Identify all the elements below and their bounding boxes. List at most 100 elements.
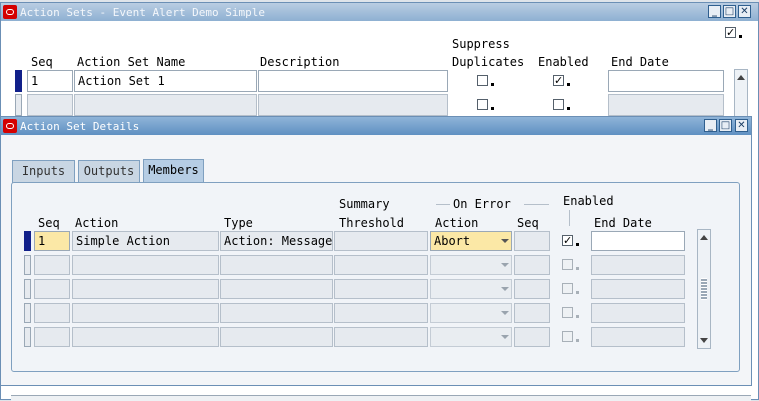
on-error-seq-field[interactable] [514,303,550,323]
on-error-action-value: Abort [434,234,471,248]
scroll-down-arrow-icon[interactable] [700,338,708,343]
member-end-date-field[interactable] [591,231,685,251]
on-error-action-select[interactable]: Abort [430,231,512,251]
record-indicator[interactable] [24,303,31,323]
on-error-action-select[interactable] [430,327,512,347]
member-enabled-checkbox[interactable] [562,259,573,270]
on-error-seq-field[interactable] [514,279,550,299]
checkbox-dot [576,339,579,342]
description-field[interactable] [258,70,448,92]
member-end-date-field[interactable] [591,303,685,323]
checkbox-dot [576,267,579,270]
checkbox-dot [491,107,494,110]
maximize-icon[interactable]: □ [719,119,732,132]
minimize-icon[interactable]: _ [708,5,721,18]
member-action-field[interactable] [72,327,219,347]
header-type: Type [224,216,253,230]
chevron-down-icon[interactable] [501,287,509,291]
suppress-duplicates-checkbox[interactable] [477,99,488,110]
close-icon[interactable]: ✕ [735,119,748,132]
on-error-action-select[interactable] [430,279,512,299]
bottom-strip [11,395,751,401]
action-set-name-field[interactable] [74,94,257,116]
summary-threshold-field[interactable] [334,279,428,299]
scroll-up-arrow-icon[interactable] [700,235,708,240]
member-enabled-checkbox[interactable] [562,307,573,318]
member-action-field[interactable]: Simple Action [72,231,219,251]
member-end-date-field[interactable] [591,327,685,347]
member-seq-field[interactable]: 1 [34,231,70,251]
member-enabled-checkbox[interactable]: ✓ [562,235,573,246]
tab-inputs[interactable]: Inputs [12,160,75,183]
member-seq-field[interactable] [34,279,70,299]
header-threshold: Threshold [339,216,405,230]
scroll-up-arrow-icon[interactable] [737,75,745,80]
tab-outputs[interactable]: Outputs [78,160,140,183]
member-type-field[interactable] [220,255,333,275]
member-action-field[interactable] [72,303,219,323]
action-set-details-window: Action Set Details _ □ ✕ Inputs Outputs … [0,116,752,386]
oracle-logo-icon [3,5,17,19]
checkbox-dot [739,35,742,38]
end-date-field[interactable] [608,70,724,92]
header-suppress: Suppress [452,37,510,51]
close-icon[interactable]: ✕ [738,5,751,18]
member-seq-field[interactable] [34,303,70,323]
action-sets-titlebar: Action Sets - Event Alert Demo Simple _ … [1,3,758,21]
suppress-duplicates-checkbox[interactable] [477,75,488,86]
checkbox-dot [576,315,579,318]
member-seq-field[interactable] [34,255,70,275]
chevron-down-icon[interactable] [501,239,509,243]
on-error-seq-field[interactable] [514,255,550,275]
member-type-field[interactable] [220,303,333,323]
record-indicator[interactable] [24,279,31,299]
maximize-icon[interactable]: □ [723,5,736,18]
member-enabled-checkbox[interactable] [562,331,573,342]
record-indicator[interactable] [15,94,22,116]
summary-threshold-field[interactable] [334,327,428,347]
header-action: Action [75,216,119,230]
tab-members[interactable]: Members [143,159,204,183]
seq-field[interactable] [27,94,73,116]
chevron-down-icon[interactable] [501,263,509,267]
current-record-indicator[interactable] [15,70,22,92]
enabled-checkbox[interactable] [553,99,564,110]
enabled-checkbox[interactable]: ✓ [553,75,564,86]
chevron-down-icon[interactable] [501,311,509,315]
current-record-indicator[interactable] [24,231,31,251]
header-on-error-action: Action [435,216,479,230]
member-type-field[interactable] [220,279,333,299]
end-date-field[interactable] [608,94,724,116]
header-summary: Summary [339,197,390,211]
on-error-seq-field[interactable] [514,327,550,347]
chevron-down-icon[interactable] [501,335,509,339]
on-error-action-select[interactable] [430,303,512,323]
on-error-seq-field[interactable] [514,231,550,251]
minimize-icon[interactable]: _ [704,119,717,132]
summary-threshold-field[interactable] [334,255,428,275]
record-indicator[interactable] [24,255,31,275]
member-end-date-field[interactable] [591,255,685,275]
member-action-field[interactable] [72,255,219,275]
description-field[interactable] [258,94,448,116]
action-sets-scrollbar[interactable] [734,69,748,119]
member-type-field[interactable]: Action: Message [220,231,333,251]
top-toggle-checkbox[interactable]: ✓ [725,27,736,38]
member-end-date-field[interactable] [591,279,685,299]
record-indicator[interactable] [24,327,31,347]
summary-threshold-field[interactable] [334,231,428,251]
member-seq-field[interactable] [34,327,70,347]
on-error-action-select[interactable] [430,255,512,275]
header-duplicates: Duplicates [452,55,525,69]
member-enabled-checkbox[interactable] [562,283,573,294]
members-scrollbar[interactable] [697,229,711,349]
members-panel: Seq Action Type Summary Threshold On Err… [11,182,740,372]
action-set-name-field[interactable]: Action Set 1 [74,70,257,92]
header-description: Description [260,55,340,69]
member-type-field[interactable] [220,327,333,347]
checkbox-dot [576,291,579,294]
summary-threshold-field[interactable] [334,303,428,323]
scroll-thumb-grip[interactable] [701,278,707,300]
seq-field[interactable]: 1 [27,70,73,92]
member-action-field[interactable] [72,279,219,299]
